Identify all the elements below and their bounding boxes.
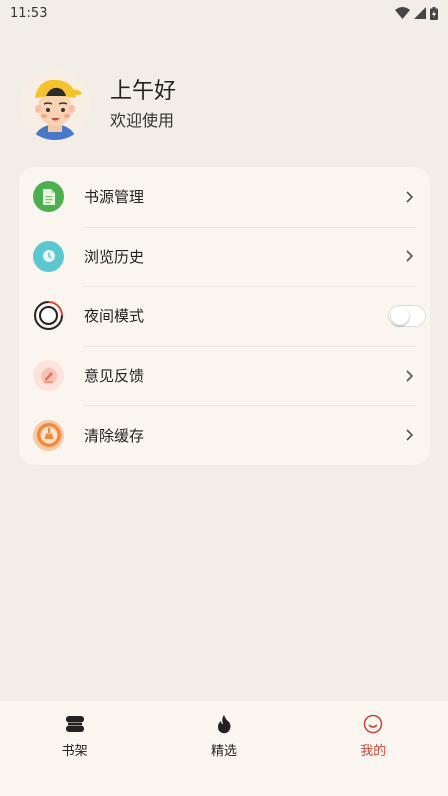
night-mode-toggle[interactable] bbox=[388, 304, 426, 327]
avatar[interactable] bbox=[20, 70, 90, 140]
avatar-illustration bbox=[20, 70, 90, 140]
flame-icon bbox=[213, 713, 235, 735]
welcome-text: 欢迎使用 bbox=[110, 111, 175, 130]
battery-icon bbox=[430, 6, 438, 20]
wifi-icon bbox=[395, 7, 410, 19]
nav-label: 精选 bbox=[210, 744, 237, 759]
nav-label: 书架 bbox=[61, 744, 88, 759]
menu-item-history[interactable]: 浏览历史 bbox=[19, 226, 430, 287]
status-time: 11:53 bbox=[10, 5, 48, 21]
menu-item-label: 清除缓存 bbox=[84, 426, 145, 445]
menu-item-night-mode[interactable]: 夜间模式 bbox=[19, 286, 430, 346]
chevron-right-icon bbox=[406, 429, 414, 441]
nav-item-mine[interactable]: 我的 bbox=[323, 713, 423, 796]
menu-item-label: 浏览历史 bbox=[84, 247, 145, 266]
bookshelf-icon bbox=[64, 713, 86, 735]
menu-item-feedback[interactable]: 意见反馈 bbox=[19, 345, 430, 406]
toggle-knob bbox=[391, 306, 409, 325]
menu-item-label: 意见反馈 bbox=[84, 367, 145, 386]
greeting-text: 上午好 bbox=[110, 79, 177, 104]
night-mode-icon bbox=[33, 300, 64, 331]
nav-label: 我的 bbox=[360, 744, 387, 759]
nav-item-bookshelf[interactable]: 书架 bbox=[25, 713, 125, 796]
menu-item-label: 书源管理 bbox=[84, 188, 145, 207]
nav-item-featured[interactable]: 精选 bbox=[174, 713, 274, 796]
feedback-pen-icon bbox=[33, 360, 64, 392]
profile-text: 上午好 欢迎使用 bbox=[110, 77, 176, 133]
bottom-navigation: 书架 精选 我的 bbox=[0, 701, 448, 796]
broom-icon bbox=[33, 419, 64, 451]
smiley-icon bbox=[362, 713, 384, 735]
chevron-right-icon bbox=[406, 191, 414, 203]
chevron-right-icon bbox=[406, 370, 414, 382]
status-bar: 11:53 bbox=[0, 0, 448, 26]
signal-icon bbox=[414, 7, 426, 19]
settings-menu-card: 书源管理 浏览历史 夜间模式 意见反馈 清除缓存 bbox=[19, 167, 430, 465]
status-icons bbox=[395, 6, 438, 20]
chevron-right-icon bbox=[406, 250, 414, 262]
document-icon bbox=[33, 181, 64, 213]
menu-item-label: 夜间模式 bbox=[84, 307, 145, 326]
profile-header[interactable]: 上午好 欢迎使用 bbox=[20, 70, 420, 140]
menu-item-clear-cache[interactable]: 清除缓存 bbox=[19, 405, 430, 465]
menu-item-book-source[interactable]: 书源管理 bbox=[19, 167, 430, 227]
clock-icon bbox=[33, 240, 64, 272]
